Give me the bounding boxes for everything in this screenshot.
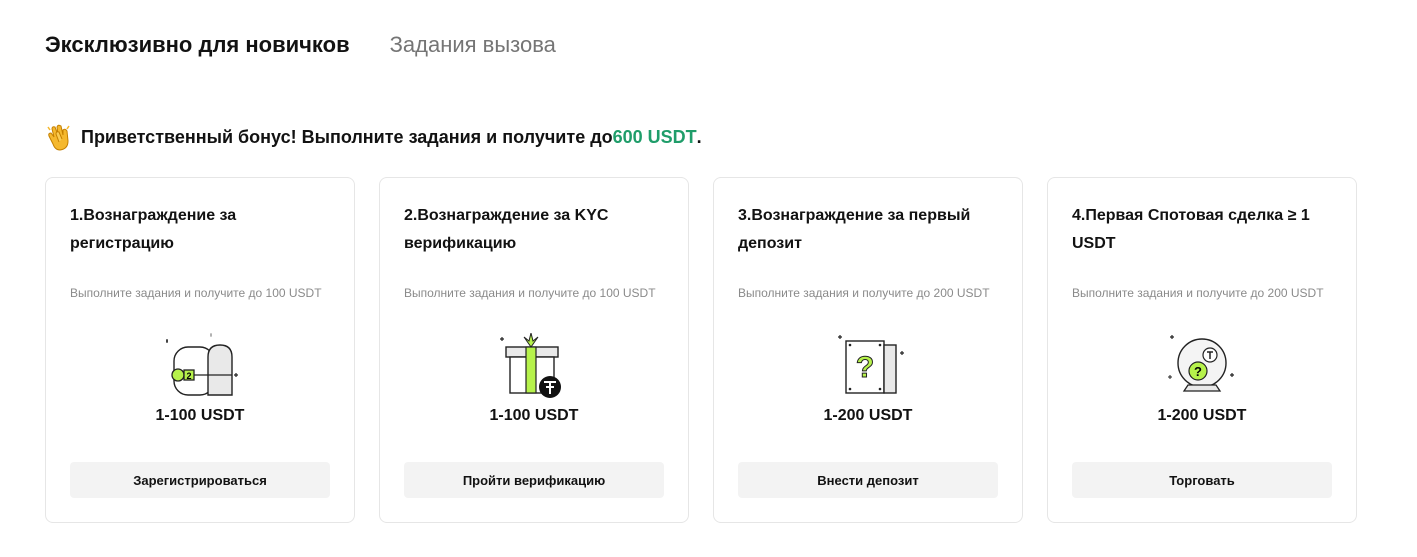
tab-newcomers[interactable]: Эксклюзивно для новичков [45, 30, 350, 60]
card-illustration: ? [714, 333, 1022, 403]
card-subtitle: Выполните задания и получите до 200 USDT [1072, 286, 1324, 300]
card-subtitle: Выполните задания и получите до 100 USDT [404, 286, 656, 300]
trade-button[interactable]: Торговать [1072, 462, 1332, 498]
banner-text: Приветственный бонус! Выполните задания … [81, 126, 613, 147]
task-card-deposit: 3.Вознаграждение за первый депозит Выпол… [713, 177, 1023, 523]
card-reward-range: 1-100 USDT [489, 407, 579, 424]
banner-amount: 600 USDT [612, 126, 697, 147]
card-title: 4.Первая Спотовая сделка ≥ 1 USDT [1072, 207, 1310, 252]
tab-challenges[interactable]: Задания вызова [390, 30, 556, 60]
card-illustration: 2 [46, 333, 354, 403]
card-reward-range: 1-200 USDT [1157, 407, 1247, 424]
card-reward-range: 1-100 USDT [155, 407, 245, 424]
card-title: 1.Вознаграждение за регистрацию [70, 207, 237, 252]
card-subtitle: Выполните задания и получите до 100 USDT [70, 286, 322, 300]
task-card-spot-trade: 4.Первая Спотовая сделка ≥ 1 USDT Выполн… [1047, 177, 1357, 523]
card-subtitle: Выполните задания и получите до 200 USDT [738, 286, 990, 300]
card-title: 2.Вознаграждение за KYC верификацию [404, 207, 609, 252]
clapping-hands-icon [47, 124, 70, 151]
svg-text:?: ? [1194, 364, 1202, 379]
welcome-banner: Приветственный бонус! Выполните задания … [45, 122, 702, 152]
task-card-registration: 1.Вознаграждение за регистрацию Выполнит… [45, 177, 355, 523]
mystery-box-icon: ? [838, 335, 904, 394]
task-cards: 1.Вознаграждение за регистрацию Выполнит… [45, 177, 1357, 523]
card-illustration: ? [1048, 333, 1356, 403]
crystal-ball-icon: ? [1168, 335, 1234, 392]
verify-button[interactable]: Пройти верификацию [404, 462, 664, 498]
treasure-key-icon: 2 [166, 333, 238, 396]
svg-text:?: ? [856, 351, 874, 384]
card-title: 3.Вознаграждение за первый депозит [738, 207, 971, 252]
card-reward-range: 1-200 USDT [823, 407, 913, 424]
gift-box-icon [500, 333, 561, 398]
deposit-button[interactable]: Внести депозит [738, 462, 998, 498]
tab-bar: Эксклюзивно для новичков Задания вызова [45, 30, 596, 60]
register-button[interactable]: Зарегистрироваться [70, 462, 330, 498]
svg-text:2: 2 [186, 371, 191, 381]
task-card-kyc: 2.Вознаграждение за KYC верификацию Выпо… [379, 177, 689, 523]
card-illustration [380, 333, 688, 403]
banner-text-end: . [696, 126, 702, 147]
